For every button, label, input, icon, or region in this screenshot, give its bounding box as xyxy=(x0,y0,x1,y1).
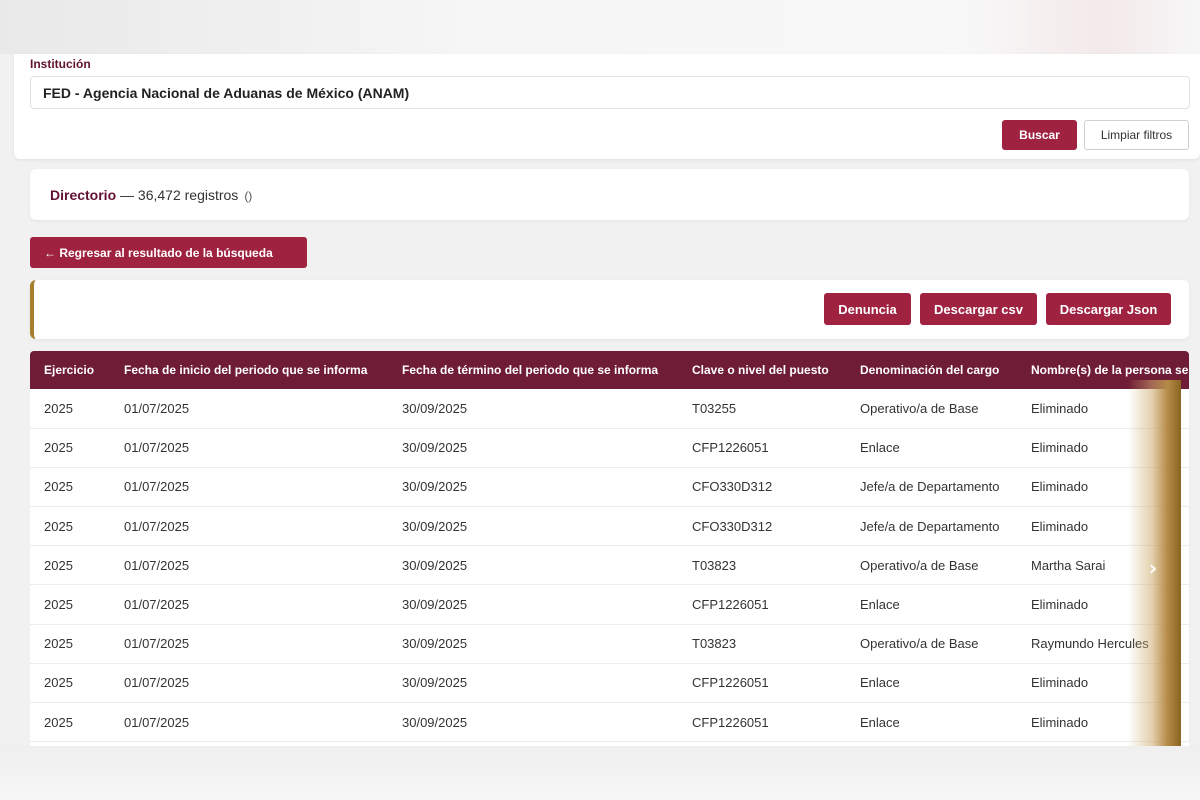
table-row[interactable]: 2025 01/07/2025 30/09/2025 CFP1226051 Enlace… xyxy=(30,428,1189,468)
table-cell: 2025 xyxy=(30,428,110,468)
directory-title: Directorio xyxy=(50,187,117,203)
column-header[interactable]: Clave o nivel del puesto xyxy=(678,351,846,389)
directory-table-container[interactable]: Ejercicio Fecha de inicio del periodo qu… xyxy=(30,351,1189,746)
table-cell: 30/09/2025 xyxy=(388,624,678,664)
column-header[interactable]: Fecha de inicio del periodo que se infor… xyxy=(110,351,388,389)
table-header-row: Ejercicio Fecha de inicio del periodo qu… xyxy=(30,351,1189,389)
table-cell: 01/07/2025 xyxy=(110,702,388,743)
table-row[interactable]: 2025 01/07/2025 30/09/2025 T03823 Operativo/… xyxy=(30,624,1189,664)
table-cell: 2025 xyxy=(30,545,110,586)
download-json-button[interactable]: Descargar Json xyxy=(1046,293,1171,325)
bottom-blur-backdrop xyxy=(0,746,1200,800)
table-cell: 01/07/2025 xyxy=(110,584,388,625)
table-cell: 30/09/2025 xyxy=(388,545,678,586)
table-cell: 2025 xyxy=(30,389,110,429)
table-cell: 01/07/2025 xyxy=(110,624,388,664)
table-row[interactable]: 2025 01/07/2025 30/09/2025 CFP1226051 Enlace… xyxy=(30,663,1189,704)
table-cell: Enlace xyxy=(846,584,1017,625)
directory-table: Ejercicio Fecha de inicio del periodo qu… xyxy=(30,351,1189,743)
table-cell: T03255 xyxy=(678,389,846,429)
table-cell: 2025 xyxy=(30,624,110,664)
actions-bar: Denuncia Descargar csv Descargar Json xyxy=(30,280,1189,339)
table-cell: 01/07/2025 xyxy=(110,389,388,429)
table-row[interactable]: 2025 01/07/2025 30/09/2025 CFO330D312 Jefe/a… xyxy=(30,467,1189,508)
table-cell: Enlace xyxy=(846,702,1017,743)
table-body: 2025 01/07/2025 30/09/2025 T03255 Operativo/… xyxy=(30,389,1189,743)
table-cell: 2025 xyxy=(30,467,110,508)
table-cell: T03823 xyxy=(678,545,846,586)
table-cell: 30/09/2025 xyxy=(388,506,678,547)
table-row[interactable]: 2025 01/07/2025 30/09/2025 T03255 Operativo/… xyxy=(30,389,1189,429)
table-cell: CFP1226051 xyxy=(678,584,846,625)
table-cell: 30/09/2025 xyxy=(388,702,678,743)
column-header[interactable]: Denominación del cargo xyxy=(846,351,1017,389)
table-cell: 01/07/2025 xyxy=(110,506,388,547)
table-cell: Enlace xyxy=(846,428,1017,468)
download-csv-button[interactable]: Descargar csv xyxy=(920,293,1037,325)
table-cell: T03823 xyxy=(678,624,846,664)
top-blur-backdrop xyxy=(0,0,1200,54)
table-cell: Operativo/a de Base xyxy=(846,624,1017,664)
institution-field[interactable]: FED - Agencia Nacional de Aduanas de Méx… xyxy=(30,76,1190,109)
column-header[interactable]: Fecha de término del periodo que se info… xyxy=(388,351,678,389)
table-cell: CFO330D312 xyxy=(678,506,846,547)
search-button[interactable]: Buscar xyxy=(1002,120,1077,150)
table-cell: 2025 xyxy=(30,702,110,743)
table-cell: Operativo/a de Base xyxy=(846,389,1017,429)
table-row[interactable]: 2025 01/07/2025 30/09/2025 T03823 Operativo/… xyxy=(30,545,1189,586)
table-row[interactable]: 2025 01/07/2025 30/09/2025 CFP1226051 Enlace… xyxy=(30,584,1189,625)
table-cell: 2025 xyxy=(30,584,110,625)
table-cell: 30/09/2025 xyxy=(388,428,678,468)
table-cell: Enlace xyxy=(846,663,1017,704)
clear-filters-button[interactable]: Limpiar filtros xyxy=(1084,120,1189,150)
table-cell: CFP1226051 xyxy=(678,702,846,743)
table-cell: CFO330D312 xyxy=(678,467,846,508)
table-cell: Operativo/a de Base xyxy=(846,545,1017,586)
table-cell: 30/09/2025 xyxy=(388,389,678,429)
filter-panel: Institución FED - Agencia Nacional de Ad… xyxy=(14,54,1200,159)
table-cell: 01/07/2025 xyxy=(110,663,388,704)
table-cell: 01/07/2025 xyxy=(110,467,388,508)
table-row[interactable]: 2025 01/07/2025 30/09/2025 CFO330D312 Jefe/a… xyxy=(30,506,1189,547)
denuncia-button[interactable]: Denuncia xyxy=(824,293,911,325)
table-cell: 2025 xyxy=(30,506,110,547)
table-cell: CFP1226051 xyxy=(678,428,846,468)
table-cell: CFP1226051 xyxy=(678,663,846,704)
table-cell: Jefe/a de Departamento xyxy=(846,506,1017,547)
directory-separator: — xyxy=(116,187,138,203)
table-cell: 2025 xyxy=(30,663,110,704)
table-cell: Jefe/a de Departamento xyxy=(846,467,1017,508)
table-cell: 01/07/2025 xyxy=(110,428,388,468)
record-count-extra: () xyxy=(244,189,253,203)
back-to-results-button[interactable]: ← Regresar al resultado de la búsqueda xyxy=(30,237,307,268)
table-cell: 30/09/2025 xyxy=(388,467,678,508)
table-cell: 01/07/2025 xyxy=(110,545,388,586)
table-row[interactable]: 2025 01/07/2025 30/09/2025 CFP1226051 Enlace… xyxy=(30,702,1189,743)
chevron-right-icon[interactable]: › xyxy=(1143,556,1163,580)
table-cell: 30/09/2025 xyxy=(388,663,678,704)
institution-label: Institución xyxy=(30,57,91,71)
table-cell: 30/09/2025 xyxy=(388,584,678,625)
directory-summary: Directorio — 36,472 registros () xyxy=(30,169,1189,220)
record-count: 36,472 registros xyxy=(137,187,239,203)
column-header[interactable]: Ejercicio xyxy=(30,351,110,389)
